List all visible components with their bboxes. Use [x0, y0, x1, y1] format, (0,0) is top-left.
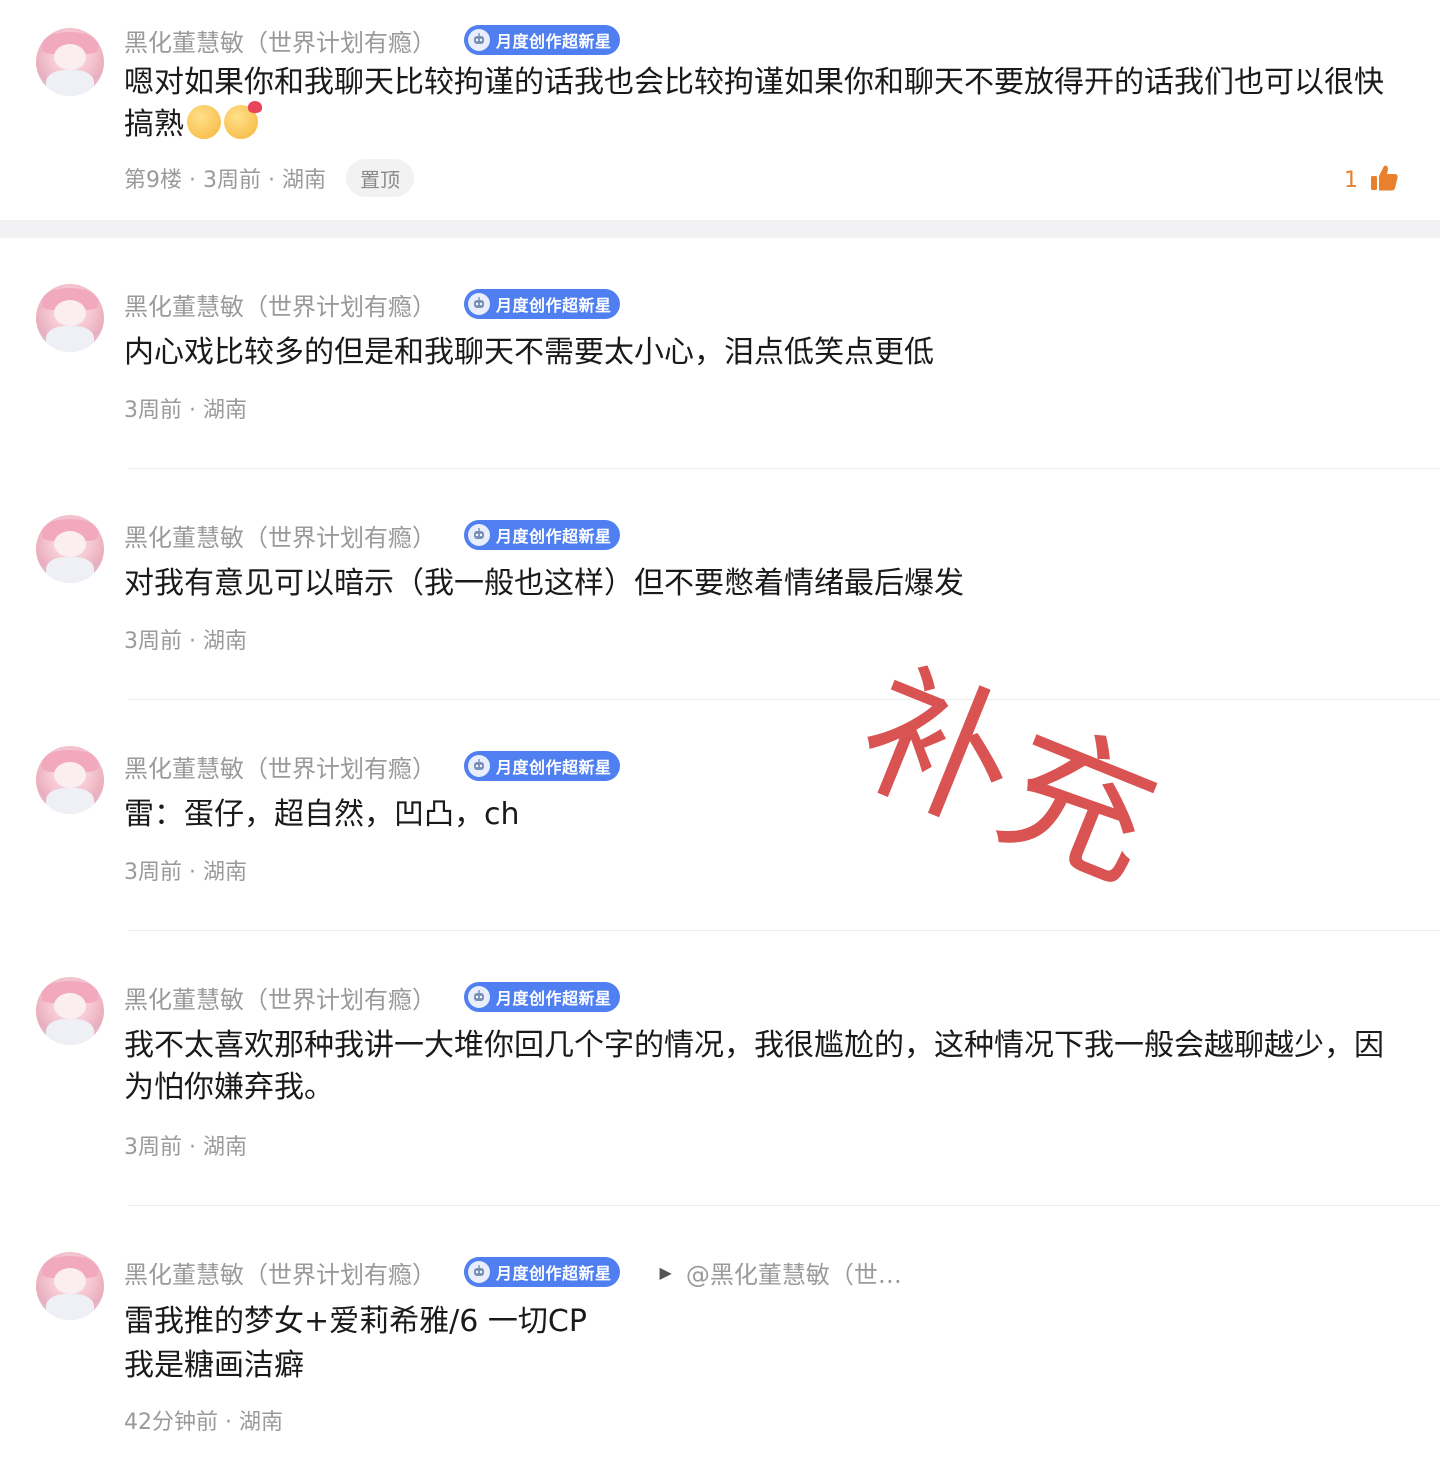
avatar-body	[46, 326, 94, 352]
avatar-body	[46, 70, 94, 96]
play-triangle-icon: ▶	[659, 1262, 672, 1282]
comment-text: 对我有意见可以暗示（我一般也这样）但不要憋着情绪最后爆发	[124, 566, 964, 601]
creator-badge[interactable]: 月度创作超新星	[464, 982, 620, 1012]
avatar-body	[46, 788, 94, 814]
avatar-face	[54, 531, 86, 557]
comment-meta: 第9楼 · 3周前 · 湖南 置顶	[124, 159, 414, 197]
avatar-face	[54, 44, 86, 70]
creator-badge[interactable]: 月度创作超新星	[464, 1257, 620, 1287]
badge-label: 月度创作超新星	[496, 1264, 612, 1283]
robot-badge-icon	[468, 1261, 490, 1283]
avatar-face	[54, 993, 86, 1019]
comment-text: 雷我推的梦女+爱莉希雅/6 一切CP 我是糖画洁癖	[124, 1304, 587, 1383]
creator-badge[interactable]: 月度创作超新星	[464, 289, 620, 319]
comment-text: 内心戏比较多的但是和我聊天不需要太小心，泪点低笑点更低	[124, 335, 934, 370]
avatar-face	[54, 300, 86, 326]
author-name[interactable]: 黑化董慧敏（世界计划有瘾）	[124, 518, 436, 553]
comment-item[interactable]: 黑化董慧敏（世界计划有瘾） 月度创作超新星 嗯对如果你和我聊天比较拘谨的话我也会…	[0, 0, 1440, 220]
creator-badge[interactable]: 月度创作超新星	[464, 751, 620, 781]
robot-badge-icon	[468, 293, 490, 315]
avatar[interactable]	[36, 284, 104, 352]
comment-header: 黑化董慧敏（世界计划有瘾） 月度创作超新星	[124, 979, 620, 1015]
avatar[interactable]	[36, 515, 104, 583]
reply-to-mention[interactable]: ▶ @黑化董慧敏（世…	[660, 1255, 902, 1290]
comment-item[interactable]: 黑化董慧敏（世界计划有瘾） 月度创作超新星 对我有意见可以暗示（我一般也这样）但…	[0, 469, 1440, 699]
author-name[interactable]: 黑化董慧敏（世界计划有瘾）	[124, 1255, 436, 1290]
comment-text: 我不太喜欢那种我讲一大堆你回几个字的情况，我很尴尬的，这种情况下我一般会越聊越少…	[124, 1028, 1384, 1105]
comment-meta: 3周前 · 湖南	[124, 860, 247, 885]
robot-badge-icon	[468, 29, 490, 51]
hugging-face-emoji	[187, 105, 221, 139]
robot-badge-icon	[468, 524, 490, 546]
creator-badge[interactable]: 月度创作超新星	[464, 520, 620, 550]
robot-badge-icon	[468, 986, 490, 1008]
comment-item[interactable]: 黑化董慧敏（世界计划有瘾） 月度创作超新星 ▶ @黑化董慧敏（世… 雷我推的梦女…	[0, 1206, 1440, 1474]
badge-label: 月度创作超新星	[496, 296, 612, 315]
comment-header: 黑化董慧敏（世界计划有瘾） 月度创作超新星	[124, 22, 620, 58]
avatar-body	[46, 1019, 94, 1045]
section-divider	[0, 220, 1440, 238]
like-count: 1	[1344, 167, 1358, 193]
comment-text: 嗯对如果你和我聊天比较拘谨的话我也会比较拘谨如果你和聊天不要放得开的话我们也可以…	[124, 62, 1400, 146]
avatar-body	[46, 1294, 94, 1320]
reply-target: @黑化董慧敏（世…	[685, 1260, 902, 1289]
author-name[interactable]: 黑化董慧敏（世界计划有瘾）	[124, 980, 436, 1015]
comment-header: 黑化董慧敏（世界计划有瘾） 月度创作超新星 ▶ @黑化董慧敏（世…	[124, 1254, 902, 1290]
robot-badge-icon	[468, 755, 490, 777]
author-name[interactable]: 黑化董慧敏（世界计划有瘾）	[124, 23, 436, 58]
pinned-badge: 置顶	[345, 159, 414, 197]
badge-label: 月度创作超新星	[496, 32, 612, 51]
avatar[interactable]	[36, 977, 104, 1045]
comment-meta: 3周前 · 湖南	[124, 1135, 247, 1160]
comment-header: 黑化董慧敏（世界计划有瘾） 月度创作超新星	[124, 517, 620, 553]
comment-item[interactable]: 黑化董慧敏（世界计划有瘾） 月度创作超新星 雷：蛋仔，超自然，凹凸，ch 3周前…	[0, 700, 1440, 930]
smiling-face-with-hearts-emoji	[224, 101, 262, 139]
meta-info: 第9楼 · 3周前 · 湖南	[124, 168, 326, 193]
comment-meta: 42分钟前 · 湖南	[124, 1410, 283, 1435]
avatar-face	[54, 762, 86, 788]
comment-meta: 3周前 · 湖南	[124, 629, 247, 654]
author-name[interactable]: 黑化董慧敏（世界计划有瘾）	[124, 287, 436, 322]
comment-item[interactable]: 黑化董慧敏（世界计划有瘾） 月度创作超新星 内心戏比较多的但是和我聊天不需要太小…	[0, 238, 1440, 468]
like-button[interactable]: 1	[1344, 162, 1400, 198]
badge-label: 月度创作超新星	[496, 989, 612, 1008]
thumbs-up-icon	[1368, 162, 1400, 198]
comment-header: 黑化董慧敏（世界计划有瘾） 月度创作超新星	[124, 286, 620, 322]
avatar[interactable]	[36, 746, 104, 814]
avatar[interactable]	[36, 28, 104, 96]
comment-item[interactable]: 黑化董慧敏（世界计划有瘾） 月度创作超新星 我不太喜欢那种我讲一大堆你回几个字的…	[0, 931, 1440, 1205]
avatar-body	[46, 557, 94, 583]
comment-meta: 3周前 · 湖南	[124, 398, 247, 423]
creator-badge[interactable]: 月度创作超新星	[464, 25, 620, 55]
badge-label: 月度创作超新星	[496, 758, 612, 777]
avatar-face	[54, 1268, 86, 1294]
comment-text: 雷：蛋仔，超自然，凹凸，ch	[124, 797, 520, 832]
comment-body: 嗯对如果你和我聊天比较拘谨的话我也会比较拘谨如果你和聊天不要放得开的话我们也可以…	[124, 65, 1384, 142]
avatar[interactable]	[36, 1252, 104, 1320]
author-name[interactable]: 黑化董慧敏（世界计划有瘾）	[124, 749, 436, 784]
badge-label: 月度创作超新星	[496, 527, 612, 546]
comment-header: 黑化董慧敏（世界计划有瘾） 月度创作超新星	[124, 748, 620, 784]
